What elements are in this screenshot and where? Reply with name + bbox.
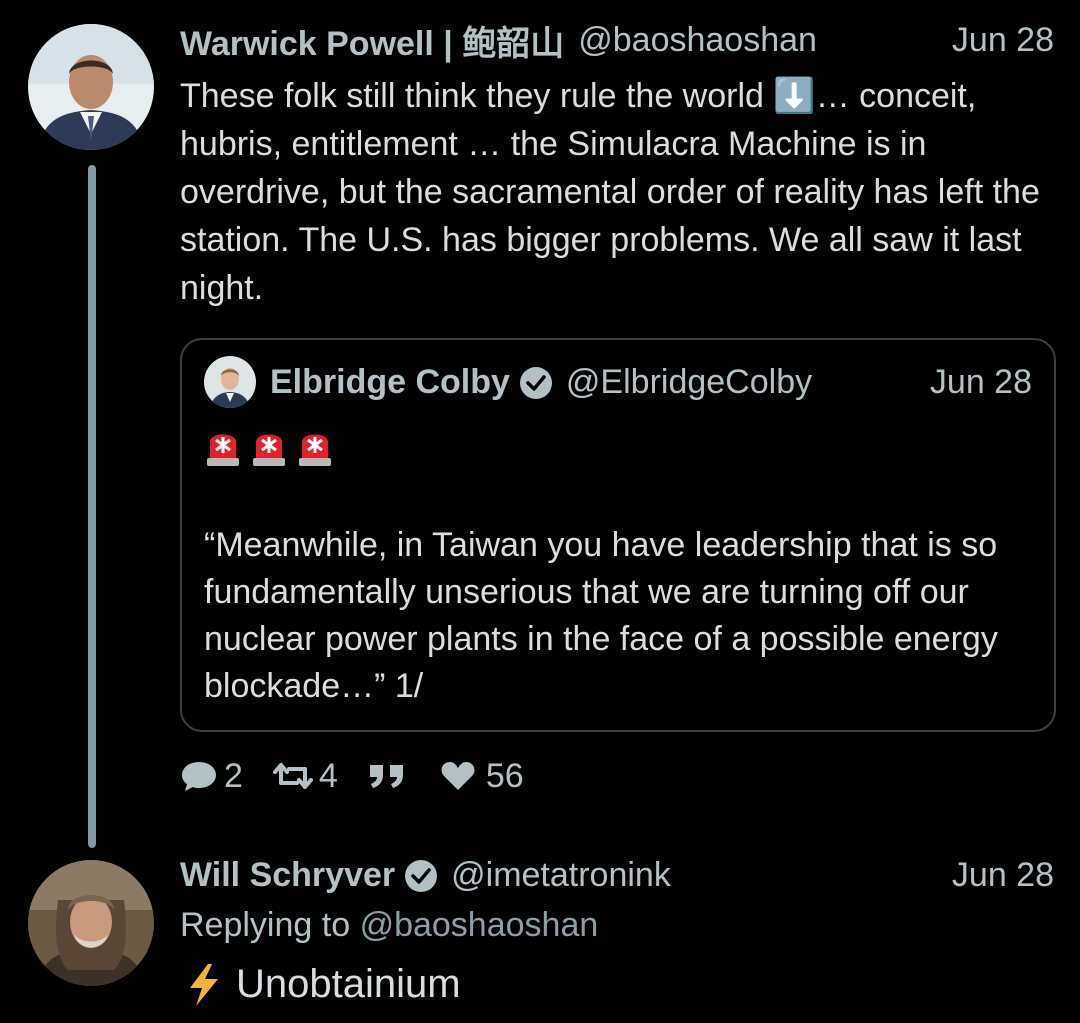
quoted-tweet-date[interactable]: Jun 28 xyxy=(930,363,1032,402)
quoted-tweet-text: “Meanwhile, in Taiwan you have leadershi… xyxy=(204,526,998,705)
quoted-tweet-header: Elbridge Colby @ElbridgeColby Jun 28 xyxy=(270,360,1032,404)
avatar-will-schryver[interactable] xyxy=(28,860,154,986)
siren-emoji-row xyxy=(204,426,334,468)
tweet-text: These folk still think they rule the wor… xyxy=(180,77,1040,307)
tweet-date[interactable]: Jun 28 xyxy=(952,21,1054,60)
heart-icon xyxy=(441,762,475,790)
lightning-emoji xyxy=(190,963,218,1006)
replying-to-label: Replying to xyxy=(180,906,351,944)
verified-icon xyxy=(405,860,438,892)
retweet-button[interactable]: 4 xyxy=(272,756,338,796)
verified-icon xyxy=(519,367,552,399)
quoted-author-handle[interactable]: @ElbridgeColby xyxy=(566,363,812,402)
retweet-icon xyxy=(272,763,313,789)
thread-line xyxy=(88,165,96,848)
tweet-date[interactable]: Jun 28 xyxy=(952,856,1054,895)
reply-text: Unobtainium xyxy=(236,962,461,1006)
avatar-warwick-powell[interactable] xyxy=(28,24,154,150)
quote-icon xyxy=(369,765,403,788)
author-name[interactable]: Warwick Powell | 鲍韶山 xyxy=(180,16,564,65)
siren-emoji xyxy=(299,434,331,466)
tweet-actions: 2 4 56 xyxy=(180,752,554,800)
retweet-count: 4 xyxy=(318,756,338,795)
siren-emoji xyxy=(253,434,285,466)
tweet-header: Warwick Powell | 鲍韶山 @baoshaoshan Jun 28 xyxy=(180,16,1054,65)
quoted-author-name[interactable]: Elbridge Colby xyxy=(270,363,510,402)
reply-count: 2 xyxy=(224,756,243,795)
reply-button[interactable]: 2 xyxy=(180,757,243,796)
replying-to-handle[interactable]: @baoshaoshan xyxy=(360,906,599,944)
like-count: 56 xyxy=(485,756,524,795)
tweet-header: Will Schryver @imetatronink Jun 28 xyxy=(180,853,1054,897)
tweet-text: Unobtainium xyxy=(186,962,461,1007)
author-name[interactable]: Will Schryver xyxy=(180,856,395,895)
siren-emoji xyxy=(207,434,239,466)
quoted-tweet[interactable]: Elbridge Colby @ElbridgeColby Jun 28 “Me… xyxy=(180,338,1056,732)
author-handle[interactable]: @imetatronink xyxy=(451,856,671,895)
avatar-elbridge-colby[interactable] xyxy=(204,356,256,408)
replying-to: Replying to @baoshaoshan xyxy=(180,906,598,945)
author-handle[interactable]: @baoshaoshan xyxy=(578,21,817,60)
like-button[interactable]: 56 xyxy=(440,757,524,796)
quote-button[interactable] xyxy=(368,761,408,791)
reply-icon xyxy=(182,762,216,791)
